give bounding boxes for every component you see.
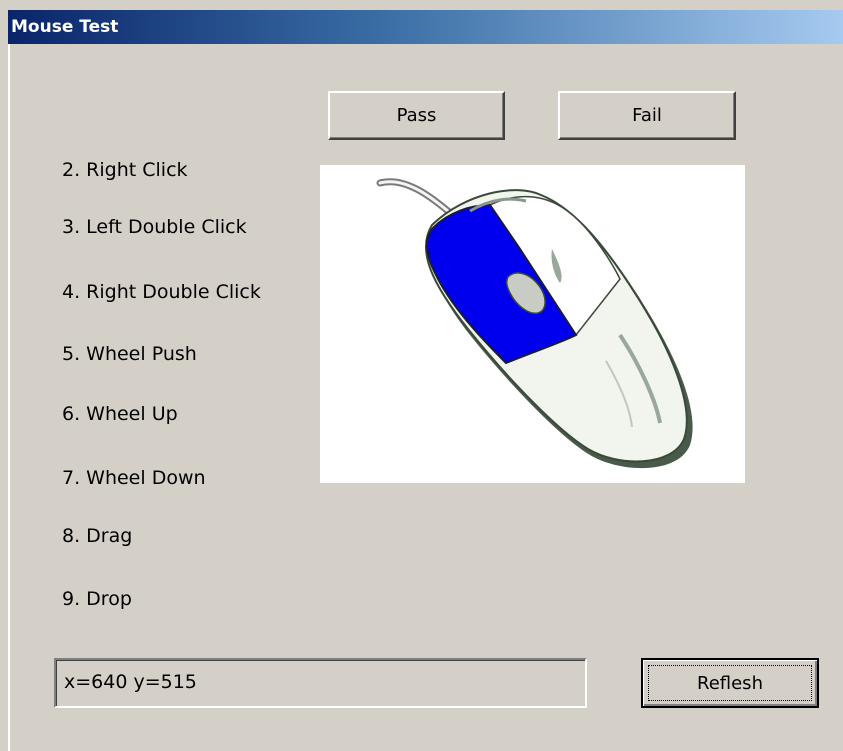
test-item-right-double-click: 4. Right Double Click [62,281,261,303]
mouse-illustration-icon [376,178,693,469]
fail-button[interactable]: Fail [558,91,736,140]
pass-button[interactable]: Pass [328,91,505,140]
mouse-test-window: Mouse Test Pass Fail 2. Right Click 3. L… [0,0,843,751]
fail-button-label: Fail [632,105,662,126]
test-item-left-double-click: 3. Left Double Click [62,216,247,238]
refresh-button-label: Reflesh [697,672,763,694]
test-item-wheel-up: 6. Wheel Up [62,403,178,425]
test-item-drag: 8. Drag [62,525,133,547]
test-item-wheel-down: 7. Wheel Down [62,467,206,489]
mouse-image-panel[interactable] [320,165,745,483]
window-title: Mouse Test [11,17,119,37]
coordinate-readout: x=640 y=515 [54,658,587,708]
window-frame-edge [8,44,10,751]
test-item-right-click: 2. Right Click [62,159,188,181]
coordinate-text: x=640 y=515 [64,671,197,693]
title-bar[interactable]: Mouse Test [8,10,843,44]
test-item-drop: 9. Drop [62,588,132,610]
test-item-wheel-push: 5. Wheel Push [62,343,197,365]
refresh-button[interactable]: Reflesh [641,658,819,708]
pass-button-label: Pass [396,105,437,126]
